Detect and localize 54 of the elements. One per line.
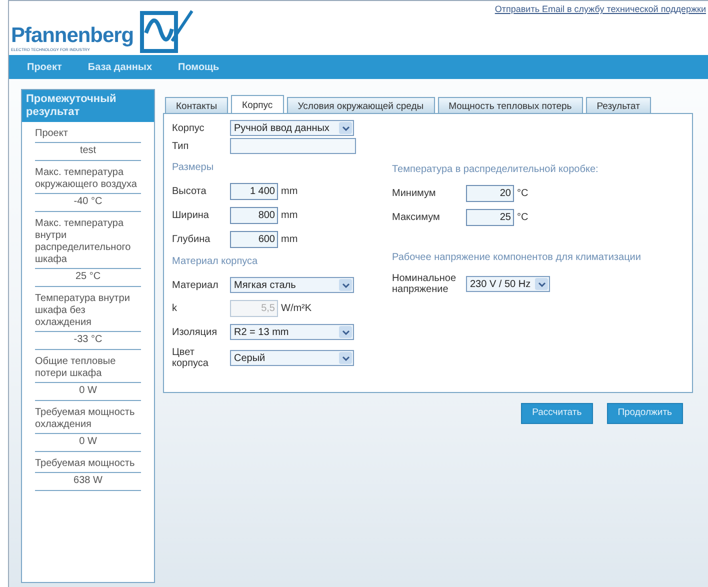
result-value: 638 W: [35, 473, 141, 491]
tab[interactable]: Мощность тепловых потерь: [438, 97, 583, 113]
section-title: Размеры: [172, 161, 215, 175]
result-value: -40 °C: [35, 194, 141, 212]
unit-label: mm: [281, 209, 298, 223]
field-label: Глубина: [172, 234, 212, 245]
section-title: Температура в распределительной коробке:: [392, 163, 600, 177]
dropdown-field[interactable]: R2 = 13 mm: [230, 324, 354, 340]
section-title: Материал корпуса: [172, 255, 259, 269]
result-label: Общие тепловые потери шкафа: [35, 350, 141, 383]
field-label: Высота: [172, 186, 208, 197]
dropdown-field[interactable]: Серый: [230, 350, 354, 366]
dropdown-field[interactable]: Мягкая сталь: [230, 277, 354, 293]
result-label: Макс. температура внутри распределительного шкафа: [35, 212, 141, 269]
unit-label: °C: [517, 187, 528, 201]
unit-label: °C: [517, 211, 528, 225]
tab[interactable]: Контакты: [165, 97, 228, 113]
field-label: Тип: [172, 140, 190, 152]
result-label: Температура внутри шкафа без охлаждения: [35, 287, 141, 332]
unit-label: mm: [281, 185, 298, 199]
result-label: Макс. температура окружающего воздуха: [35, 161, 141, 194]
result-value: 0 W: [35, 434, 141, 452]
tab[interactable]: Условия окружающей среды: [286, 97, 435, 113]
unit-label: mm: [281, 233, 298, 247]
field-label: Цвет корпуса: [172, 347, 210, 369]
result-value: -33 °C: [35, 332, 141, 350]
field-label: Материал: [172, 280, 220, 290]
result-label: Требуемая мощность охлаждения: [35, 401, 141, 434]
field-label: Максимум: [392, 212, 441, 223]
support-email-link[interactable]: Отправить Email в службу технической поддержки: [494, 3, 706, 16]
input-field[interactable]: 800: [230, 207, 278, 224]
section-title: Рабочее напряжение компонентов для климатизации: [392, 251, 641, 265]
result-value: test: [35, 143, 141, 161]
input-field[interactable]: 1 400: [230, 183, 278, 200]
result-value: 25 °C: [35, 269, 141, 287]
field-label: Номинальное напряжение: [392, 273, 458, 295]
dropdown-field[interactable]: Ручной ввод данных: [230, 120, 354, 136]
tab[interactable]: Результат: [586, 97, 651, 113]
field-label: Минимум: [392, 188, 437, 199]
field-label: Ширина: [172, 210, 210, 221]
field-label: Изоляция: [172, 326, 218, 338]
result-value: 0 W: [35, 383, 141, 401]
sidebar-title: Промежуточный результат: [22, 90, 154, 122]
input-field[interactable]: 25: [466, 209, 514, 226]
result-label: Требуемая мощность: [35, 452, 141, 473]
input-field[interactable]: [230, 138, 356, 154]
field-label: Корпус: [172, 122, 206, 134]
tab[interactable]: Корпус: [231, 95, 284, 113]
unit-label: W/m²K: [281, 302, 312, 316]
result-label: Проект: [35, 122, 141, 143]
field-label: k: [172, 303, 178, 314]
input-field[interactable]: 600: [230, 231, 278, 248]
dropdown-field[interactable]: 230 V / 50 Hz: [466, 276, 550, 292]
input-field[interactable]: 20: [466, 185, 514, 202]
